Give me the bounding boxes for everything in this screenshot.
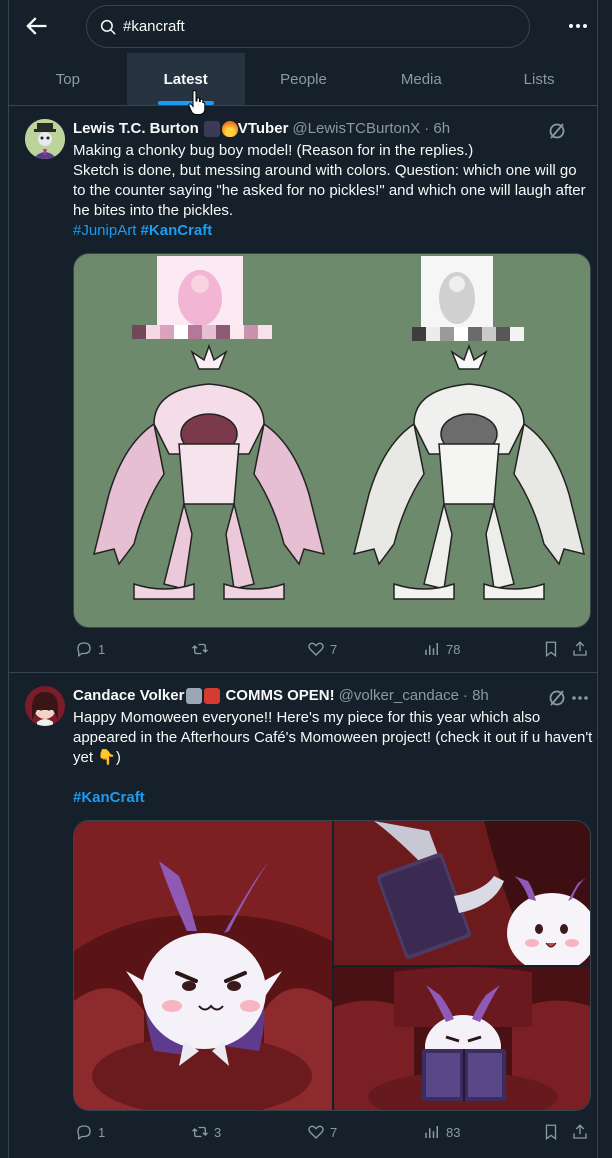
views-count: 83 — [446, 1124, 461, 1140]
search-icon — [100, 19, 116, 34]
tweet-header: Candace Volker COMMS OPEN! @volker_canda… — [73, 687, 489, 704]
views-count: 78 — [446, 641, 461, 657]
tweet-text: Happy Momoween everyone!! Here's my piec… — [73, 708, 593, 808]
tab-label: Latest — [163, 70, 208, 88]
timestamp[interactable]: · 8h — [463, 687, 489, 704]
reply-button[interactable]: 1 — [75, 640, 105, 658]
tweet-actions: 1 7 78 — [73, 640, 593, 662]
hashtag-link[interactable]: #KanCraft — [141, 222, 213, 239]
tweet-image[interactable] — [74, 821, 332, 1110]
display-name[interactable]: Lewis T.C. Burton — [73, 120, 199, 137]
tweet-image-grid — [73, 820, 591, 1111]
reply-icon — [77, 642, 91, 658]
tweet-actions: 1 3 7 83 — [73, 1123, 593, 1145]
palette-pink — [132, 325, 272, 339]
oni-emoji-icon — [204, 687, 221, 704]
tweet[interactable]: Lewis T.C. Burton VTuber @LewisTCBurtonX… — [9, 107, 598, 673]
display-name-suffix[interactable]: VTuber — [238, 120, 289, 137]
tab-lists[interactable]: Lists — [480, 53, 598, 105]
repost-button[interactable] — [191, 640, 214, 658]
tab-people[interactable]: People — [245, 53, 363, 105]
tab-label: Lists — [523, 70, 555, 88]
hashtag-link[interactable]: #JunipArt — [73, 222, 136, 239]
username[interactable]: @volker_candace — [339, 687, 459, 704]
tweet-image[interactable] — [334, 821, 590, 973]
tweet-text: Making a chonky bug boy model! (Reason f… — [73, 141, 593, 241]
hashtags: #KanCraft — [73, 788, 593, 808]
bookmark-icon — [545, 641, 557, 658]
bookmark-button[interactable] — [542, 640, 565, 658]
tab-label: Top — [55, 70, 80, 88]
top-hat-emoji-icon — [203, 120, 220, 137]
search-tabs: Top Latest People Media Lists — [9, 53, 598, 106]
avatar[interactable] — [25, 686, 65, 726]
reply-count: 1 — [98, 641, 106, 657]
tab-media[interactable]: Media — [362, 53, 480, 105]
tweet-text-line: Happy Momoween everyone!! Here's my piec… — [73, 709, 593, 766]
hashtags: #JunipArt #KanCraft — [73, 221, 593, 241]
share-button[interactable] — [571, 1123, 594, 1141]
reply-count: 1 — [98, 1124, 106, 1140]
search-field[interactable] — [86, 5, 530, 48]
like-count: 7 — [330, 1124, 338, 1140]
wolf-emoji-icon — [186, 687, 203, 704]
views-icon — [425, 643, 438, 655]
username[interactable]: @LewisTCBurtonX — [292, 120, 420, 137]
tweet[interactable]: Candace Volker COMMS OPEN! @volker_canda… — [9, 674, 598, 1158]
tweet-image[interactable] — [73, 253, 591, 628]
timestamp[interactable]: · 6h — [424, 120, 450, 137]
more-icon[interactable] — [562, 14, 594, 38]
share-button[interactable] — [571, 640, 594, 658]
bookmark-button[interactable] — [542, 1123, 565, 1141]
like-button[interactable]: 7 — [307, 640, 337, 658]
display-name[interactable]: Candace Volker — [73, 687, 184, 704]
repost-icon — [192, 1126, 208, 1138]
grok-icon[interactable] — [547, 121, 567, 141]
tab-label: People — [280, 70, 327, 88]
share-icon — [573, 641, 587, 656]
tweet-text-line: Making a chonky bug boy model! (Reason f… — [73, 142, 474, 159]
bookmark-icon — [545, 1124, 557, 1141]
reply-button[interactable]: 1 — [75, 1123, 105, 1141]
views-button[interactable]: 78 — [423, 640, 460, 658]
grok-icon[interactable] — [547, 688, 567, 708]
palette-gray — [412, 327, 524, 341]
tab-top[interactable]: Top — [9, 53, 127, 105]
repost-icon — [192, 643, 208, 655]
hashtag-link[interactable]: #KanCraft — [73, 789, 145, 806]
search-header — [0, 0, 612, 52]
search-input[interactable] — [123, 18, 503, 35]
avatar[interactable] — [25, 119, 65, 159]
display-name-suffix[interactable]: COMMS OPEN! — [225, 687, 334, 704]
more-icon[interactable] — [569, 688, 591, 708]
tweet-text-line: Sketch is done, but messing around with … — [73, 162, 586, 219]
tab-latest[interactable]: Latest — [126, 53, 245, 105]
like-count: 7 — [330, 641, 338, 657]
views-button[interactable]: 83 — [423, 1123, 460, 1141]
tab-label: Media — [400, 70, 442, 88]
tweet-header: Lewis T.C. Burton VTuber @LewisTCBurtonX… — [73, 120, 450, 137]
back-arrow-icon[interactable] — [22, 12, 50, 40]
like-button[interactable]: 7 — [307, 1123, 337, 1141]
share-icon — [573, 1124, 587, 1139]
like-icon — [308, 1125, 324, 1139]
like-icon — [308, 642, 324, 656]
repost-button[interactable]: 3 — [191, 1123, 221, 1141]
views-icon — [425, 1126, 438, 1138]
repost-count: 3 — [214, 1124, 222, 1140]
fire-emoji-icon — [221, 120, 238, 137]
reply-icon — [77, 1125, 91, 1141]
tweet-image[interactable] — [334, 967, 590, 1110]
